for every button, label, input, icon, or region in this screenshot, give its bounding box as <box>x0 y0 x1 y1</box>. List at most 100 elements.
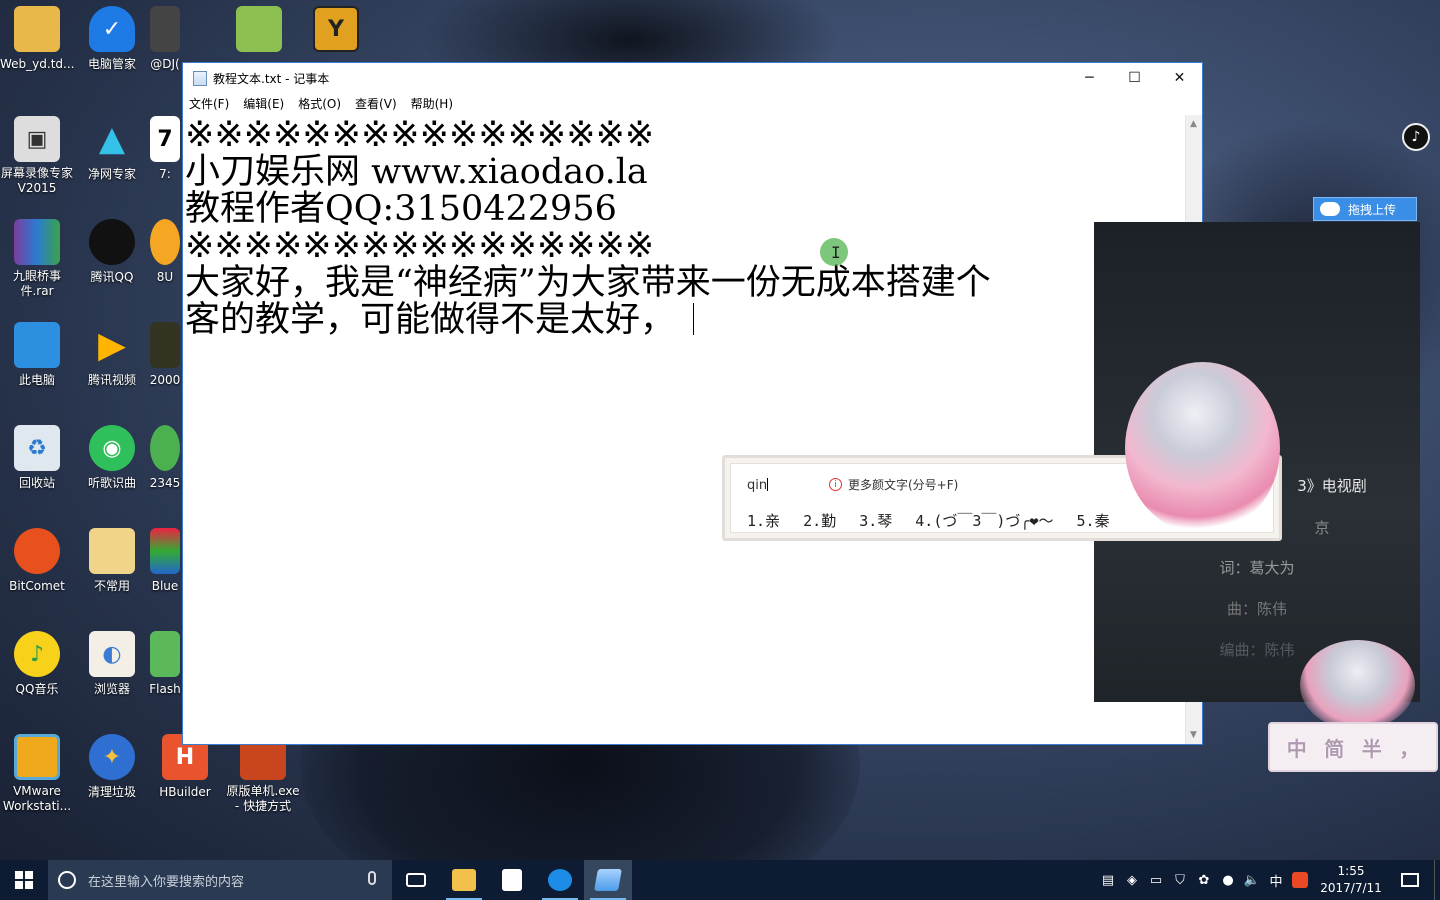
desktop-icon-rar[interactable]: 九眼桥事件.rar <box>0 213 74 311</box>
system-tray: ▤ ◈ ▭ ⛉ ✿ ● 🔈 中 1:55 2017/7/11 <box>1096 860 1440 900</box>
folder-icon <box>14 6 60 52</box>
desktop-icon-flash[interactable]: Flash <box>148 625 182 723</box>
ime-halfwidth[interactable]: 半 <box>1362 733 1382 762</box>
desktop-icon-pc-manager[interactable]: ✓ 电脑管家 <box>75 0 149 98</box>
tray-app-icon[interactable]: ✿ <box>1192 860 1216 900</box>
tray-app-icon[interactable]: ▤ <box>1096 860 1120 900</box>
sogou-ime-status-bar[interactable]: 中 简 半 ， <box>1268 722 1438 772</box>
music-float-icon[interactable]: ♪ <box>1402 123 1430 151</box>
notification-icon <box>1401 873 1419 887</box>
taskbar-search-box[interactable]: 在这里输入你要搜索的内容 <box>48 860 392 900</box>
ime-composition: qin <box>747 478 769 493</box>
desktop-icon-photo[interactable]: @DJ( <box>148 0 182 98</box>
desktop-icon-label: HBuilder <box>159 785 211 799</box>
desktop-icon-label: BitComet <box>9 579 65 593</box>
text-line-with-caret: 客的教学，可能做得不是太好， <box>185 302 1185 339</box>
desktop-icon-cleaner[interactable]: ✦ 清理垃圾 <box>75 728 149 826</box>
notepad-text-area[interactable]: ※※※※※※※※※※※※※※※※ 小刀娱乐网 www.xiaodao.la 教程… <box>183 115 1185 744</box>
ime-candidate[interactable]: 1.亲 <box>747 512 780 530</box>
volume-icon[interactable]: 🔈 <box>1240 860 1264 900</box>
desktop-icon-recycle-bin[interactable]: ♻ 回收站 <box>0 419 74 517</box>
menu-view[interactable]: 查看(V) <box>355 95 397 112</box>
sogou-tray-icon[interactable] <box>1288 860 1312 900</box>
ime-more-hint[interactable]: i 更多颜文字(分号+F) <box>829 476 958 493</box>
desktop-icon-this-pc[interactable]: 此电脑 <box>0 316 74 414</box>
close-button[interactable]: ✕ <box>1157 63 1202 93</box>
notepad-window[interactable]: 教程文本.txt - 记事本 ─ ☐ ✕ 文件(F) 编辑(E) 格式(O) 查… <box>182 62 1203 745</box>
bitcomet-icon <box>14 528 60 574</box>
desktop-icon-vmware[interactable]: VMware Workstati... <box>0 728 74 826</box>
qq-icon <box>89 219 135 265</box>
menu-help[interactable]: 帮助(H) <box>411 95 453 112</box>
ime-caret <box>767 478 769 491</box>
microphone-icon[interactable] <box>368 871 376 885</box>
pc-manager-tray-icon[interactable]: ⛉ <box>1168 860 1192 900</box>
photo-icon <box>150 6 180 52</box>
network-icon[interactable]: ▭ <box>1144 860 1168 900</box>
drag-upload-button[interactable]: 拖拽上传 <box>1313 197 1417 221</box>
tray-app-icon[interactable]: ◈ <box>1120 860 1144 900</box>
start-button[interactable] <box>0 860 48 900</box>
ime-candidate[interactable]: 5.秦 <box>1077 512 1110 530</box>
ime-simplified[interactable]: 简 <box>1324 733 1344 762</box>
desktop-icon-8u[interactable]: 8U <box>148 213 182 311</box>
taskbar-store[interactable] <box>488 860 536 900</box>
flash-icon <box>150 631 180 677</box>
ime-candidate[interactable]: 4.(づ￣3￣)づ╭❤～ <box>915 512 1053 530</box>
taskbar-screen-recorder[interactable] <box>536 860 584 900</box>
ime-candidate[interactable]: 2.勤 <box>803 512 836 530</box>
desktop-icon-jingwang[interactable]: ▲ 净网专家 <box>75 110 149 208</box>
cortana-icon <box>58 871 76 889</box>
taskbar-notepad[interactable] <box>584 860 632 900</box>
qq-music-icon: ♪ <box>14 631 60 677</box>
notepadpp-icon <box>236 6 282 52</box>
ime-mode-chinese[interactable]: 中 <box>1287 733 1307 762</box>
menu-file[interactable]: 文件(F) <box>189 95 229 112</box>
ime-punctuation[interactable]: ， <box>1399 733 1419 762</box>
desktop-icon-qq-music[interactable]: ♪ QQ音乐 <box>0 625 74 723</box>
desktop-icon-label: QQ音乐 <box>15 682 59 696</box>
action-center-button[interactable] <box>1386 860 1434 900</box>
menu-format[interactable]: 格式(O) <box>298 95 341 112</box>
desktop-icon-web-yd[interactable]: Web_yd.td... <box>0 0 74 98</box>
tencent-video-icon: ▶ <box>98 324 126 366</box>
notepad-title: 教程文本.txt - 记事本 <box>213 71 330 86</box>
desktop-icon-tencent-video[interactable]: ▶ 腾讯视频 <box>75 316 149 414</box>
upload-label: 拖拽上传 <box>1348 202 1397 217</box>
ime-candidate[interactable]: 3.琴 <box>859 512 892 530</box>
desktop-icon-music-recognition[interactable]: ◉ 听歌识曲 <box>75 419 149 517</box>
ime-more-hint-text: 更多颜文字(分号+F) <box>848 478 959 492</box>
taskbar-file-explorer[interactable] <box>440 860 488 900</box>
minimize-button[interactable]: ─ <box>1067 63 1112 93</box>
desktop-icon-label: @DJ( <box>150 57 180 71</box>
desktop-icon-screen-recorder[interactable]: ▣ 屏幕录像专家V2015 <box>0 110 74 208</box>
scroll-down-arrow-icon[interactable]: ▼ <box>1190 730 1197 740</box>
task-view-button[interactable] <box>392 860 440 900</box>
desktop-icon-browser[interactable]: ◐ 浏览器 <box>75 625 149 723</box>
app-icon: 7 <box>150 116 180 162</box>
desktop-icon-blue[interactable]: Blue <box>148 522 182 620</box>
notepad-icon <box>594 869 622 891</box>
text-caret <box>693 303 695 335</box>
maximize-button[interactable]: ☐ <box>1112 63 1157 93</box>
show-desktop-button[interactable] <box>1434 860 1440 900</box>
desktop-icon-qq[interactable]: 腾讯QQ <box>75 213 149 311</box>
notepad-titlebar[interactable]: 教程文本.txt - 记事本 <box>183 63 1202 93</box>
app-icon <box>150 219 180 265</box>
desktop-icon-label: Flash <box>149 682 181 696</box>
desktop-icon-label: 净网专家 <box>87 167 136 181</box>
search-placeholder: 在这里输入你要搜索的内容 <box>88 874 245 890</box>
menu-edit[interactable]: 编辑(E) <box>243 95 284 112</box>
scroll-up-arrow-icon[interactable]: ▲ <box>1190 119 1197 129</box>
tray-app-icon[interactable]: ● <box>1216 860 1240 900</box>
desktop-icon-2000[interactable]: 2000 <box>148 316 182 414</box>
desktop-icon-uncommon-folder[interactable]: 不常用 <box>75 522 149 620</box>
desktop-icon-label: 回收站 <box>18 476 55 490</box>
clock[interactable]: 1:55 2017/7/11 <box>1316 863 1386 897</box>
desktop-icon-2345[interactable]: 2345 <box>148 419 182 517</box>
desktop-icon-app7[interactable]: 7 7: <box>148 110 182 208</box>
ime-indicator[interactable]: 中 <box>1264 860 1288 900</box>
desktop-icon-label: 九眼桥事件.rar <box>12 269 61 298</box>
ime-composition-text: qin <box>747 478 768 493</box>
desktop-icon-bitcomet[interactable]: BitComet <box>0 522 74 620</box>
